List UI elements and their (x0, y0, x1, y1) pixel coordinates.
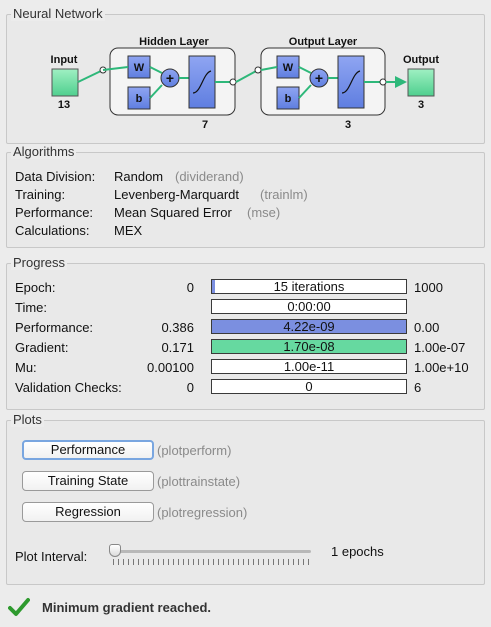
plot-interval-slider[interactable] (109, 543, 315, 569)
checkmark-icon (8, 597, 30, 617)
input-label: Input (51, 54, 78, 66)
progress-bar: 1.00e-11 (211, 359, 407, 374)
plot-regression-button[interactable]: Regression (22, 502, 154, 522)
progress-bar: 0:00:00 (211, 299, 407, 314)
plot-interval-value: 1 epochs (331, 544, 384, 559)
progress-start-value: 0.00100 (147, 360, 194, 375)
input-connection (77, 69, 104, 83)
algorithms-panel: Algorithms Data Division: Random (divide… (6, 144, 485, 248)
progress-bar-text: 0:00:00 (287, 299, 331, 314)
plot-regression-function: (plotregression) (157, 505, 248, 520)
output-layer-label: Output Layer (289, 36, 358, 48)
input-node (51, 68, 79, 97)
output-in-junction (254, 66, 262, 74)
plots-title: Plots (11, 412, 44, 427)
algorithm-value: Mean Squared Error (114, 205, 232, 220)
neural-network-panel: Neural Network Input 13 Hidden Layer W b (6, 6, 485, 144)
output-weight-label: W (283, 62, 294, 74)
output-size: 3 (418, 99, 424, 111)
progress-label: Gradient: (15, 340, 69, 355)
progress-panel: Progress Epoch: 0 15 iterations 1000 Tim… (6, 255, 485, 410)
plot-performance-function: (plotperform) (157, 443, 232, 458)
output-bias-label: b (285, 93, 292, 105)
plot-performance-button[interactable]: Performance (22, 440, 154, 460)
progress-bar-text: 4.22e-09 (283, 319, 335, 334)
slider-track (113, 550, 311, 553)
algorithm-label: Calculations: (15, 223, 90, 238)
progress-start-value: 0.386 (161, 320, 194, 335)
progress-start-value: 0 (186, 380, 194, 395)
algorithm-label: Data Division: (15, 169, 96, 184)
hidden-size: 7 (202, 119, 208, 131)
progress-bar-text: 1.70e-08 (283, 339, 335, 354)
plots-panel: Plots Performance (plotperform) Training… (6, 412, 485, 585)
progress-bar: 4.22e-09 (211, 319, 407, 334)
algorithm-label: Performance: (15, 205, 94, 220)
output-node (407, 68, 435, 97)
progress-bar: 0 (211, 379, 407, 394)
progress-title: Progress (11, 255, 68, 270)
hidden-weight-label: W (134, 62, 145, 74)
algorithm-function: (trainlm) (260, 187, 308, 202)
hidden-out-junction (229, 78, 237, 86)
output-out-junction (379, 78, 387, 86)
progress-label: Performance: (15, 320, 94, 335)
slider-ticks (113, 559, 311, 565)
algorithm-value: MEX (114, 223, 143, 238)
progress-end-value: 1.00e-07 (414, 340, 466, 355)
hidden-output-connection (235, 69, 259, 83)
progress-start-value: 0 (186, 280, 194, 295)
progress-label: Validation Checks: (15, 380, 122, 395)
progress-label: Epoch: (15, 280, 56, 295)
algorithms-title: Algorithms (11, 144, 77, 159)
network-diagram: Input 13 Hidden Layer W b + 7 Output Lay… (51, 36, 440, 131)
output-sum-symbol: + (315, 70, 323, 86)
output-layer-size: 3 (345, 119, 351, 131)
plot-training-state-function: (plottrainstate) (157, 474, 241, 489)
progress-end-value: 1.00e+10 (414, 360, 469, 375)
progress-bar-text: 15 iterations (273, 279, 345, 294)
algorithm-value: Random (114, 169, 164, 184)
algorithm-label: Training: (15, 187, 66, 202)
progress-end-value: 1000 (414, 280, 443, 295)
algorithm-function: (dividerand) (175, 169, 244, 184)
progress-bar: 15 iterations (211, 279, 407, 294)
progress-label: Time: (15, 300, 48, 315)
progress-end-value: 0.00 (414, 320, 440, 335)
hidden-sum-symbol: + (166, 70, 174, 86)
plot-training-state-button[interactable]: Training State (22, 471, 154, 491)
progress-bar-text: 1.00e-11 (283, 359, 335, 374)
status-bar: Minimum gradient reached. (8, 597, 468, 617)
input-size: 13 (58, 99, 70, 111)
progress-start-value: 0.171 (161, 340, 194, 355)
progress-bar: 1.70e-08 (211, 339, 407, 354)
status-text: Minimum gradient reached. (42, 600, 212, 615)
algorithm-function: (mse) (247, 205, 281, 220)
progress-label: Mu: (15, 360, 37, 375)
output-label: Output (403, 54, 439, 66)
plot-interval-label: Plot Interval: (15, 549, 88, 564)
hidden-layer-label: Hidden Layer (139, 36, 209, 48)
algorithm-value: Levenberg-Marquardt (114, 187, 240, 202)
slider-thumb[interactable] (109, 544, 121, 557)
progress-end-value: 6 (414, 380, 422, 395)
hidden-bias-label: b (136, 93, 143, 105)
progress-bar-text: 0 (305, 379, 313, 394)
